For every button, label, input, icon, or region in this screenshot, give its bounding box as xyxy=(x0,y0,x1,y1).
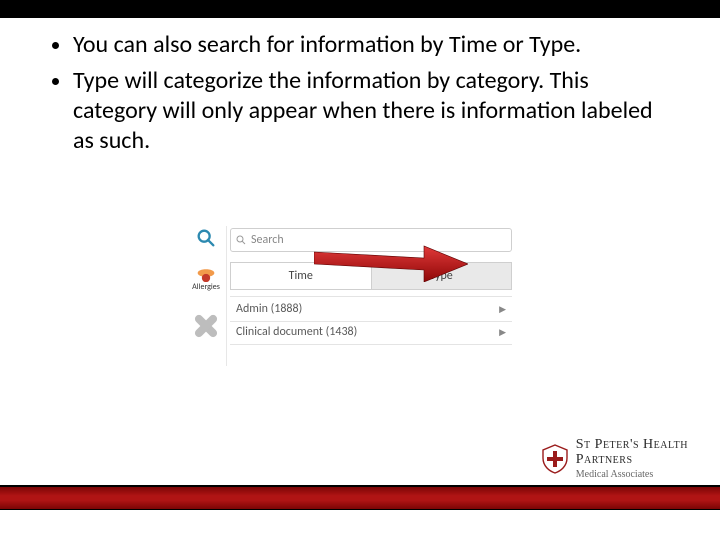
brand-text: St Peter's Health Partners Medical Assoc… xyxy=(576,438,688,480)
brand-logo: St Peter's Health Partners Medical Assoc… xyxy=(542,438,688,480)
screenshot-sidebar: Allergies xyxy=(186,226,227,366)
shield-icon xyxy=(542,444,568,474)
chevron-right-icon: ▶ xyxy=(499,327,506,338)
tab-type[interactable]: Type xyxy=(371,263,512,289)
brand-line2: Partners xyxy=(576,452,633,467)
embedded-screenshot: Allergies Search Time Type Admin (1888) … xyxy=(186,226,518,366)
brand-name: St Peter's Health xyxy=(576,437,688,452)
magnifier-icon xyxy=(231,234,251,246)
title-bar xyxy=(0,0,720,18)
bandage-icon[interactable] xyxy=(192,312,220,340)
category-row[interactable]: Clinical document (1438) ▶ xyxy=(230,320,512,345)
category-label: Admin (1888) xyxy=(236,302,302,316)
slide: You can also search for information by T… xyxy=(0,0,720,540)
category-label: Clinical document (1438) xyxy=(236,325,357,339)
search-icon[interactable] xyxy=(192,224,220,252)
search-placeholder: Search xyxy=(251,233,284,247)
chevron-right-icon: ▶ xyxy=(499,304,506,315)
allergies-label: Allergies xyxy=(192,282,220,292)
footer-stripe xyxy=(0,485,720,510)
bullet-list: You can also search for information by T… xyxy=(45,30,675,156)
body-content: You can also search for information by T… xyxy=(45,30,675,162)
allergies-icon[interactable]: Allergies xyxy=(192,264,220,292)
bullet-item: You can also search for information by T… xyxy=(73,30,675,60)
search-input[interactable]: Search xyxy=(230,228,512,252)
screenshot-main: Search Time Type Admin (1888) ▶ Clinical… xyxy=(226,226,518,366)
category-row[interactable]: Admin (1888) ▶ xyxy=(230,296,512,322)
brand-sub: Medical Associates xyxy=(576,470,688,481)
bullet-item: Type will categorize the information by … xyxy=(73,66,675,156)
tab-time[interactable]: Time xyxy=(231,263,371,289)
footer-bottom xyxy=(0,510,720,540)
tab-bar: Time Type xyxy=(230,262,512,290)
